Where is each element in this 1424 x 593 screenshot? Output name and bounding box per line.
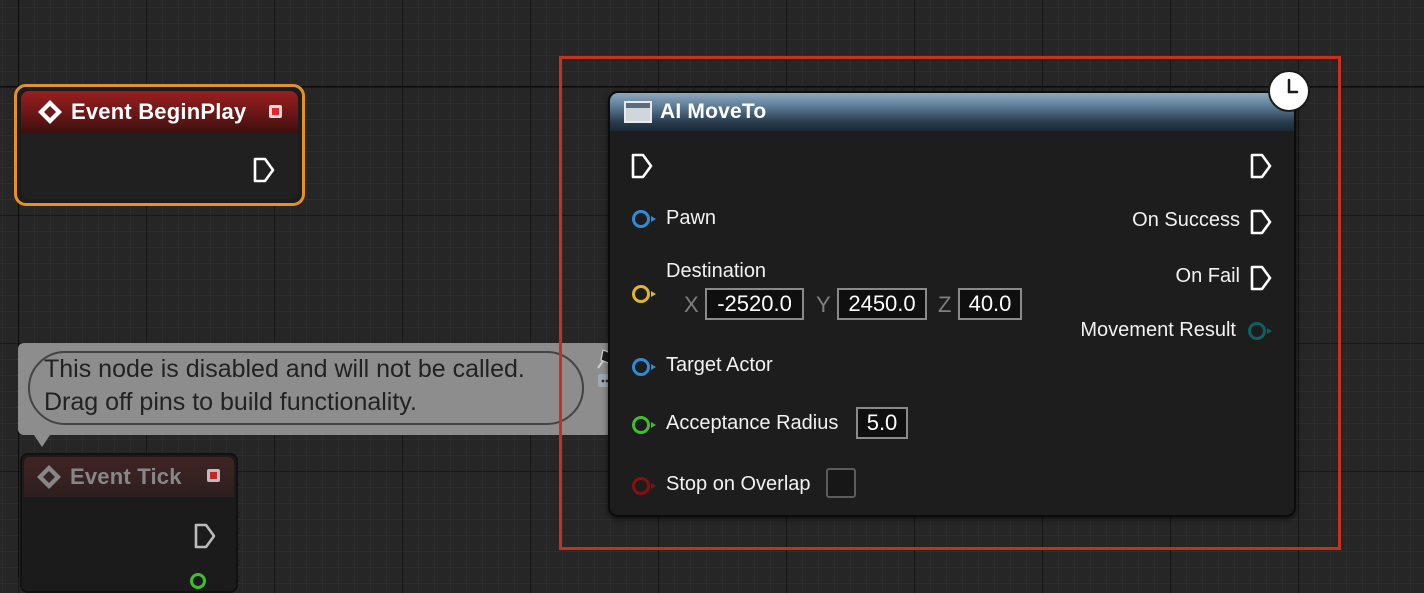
node-title: Event BeginPlay bbox=[71, 99, 247, 124]
node-header: Event BeginPlay bbox=[21, 91, 298, 133]
comment-text: This node is disabled and will not be ca… bbox=[44, 353, 525, 419]
on-success-exec-pin[interactable] bbox=[1250, 209, 1272, 235]
exec-output-pin[interactable] bbox=[253, 157, 275, 183]
latent-clock-icon bbox=[1268, 70, 1310, 112]
delegate-pin[interactable] bbox=[269, 105, 282, 118]
stop-on-overlap-pin[interactable] bbox=[632, 477, 656, 495]
acceptance-radius-pin[interactable] bbox=[632, 416, 656, 434]
event-icon bbox=[38, 100, 62, 124]
event-icon bbox=[37, 465, 61, 489]
stop-on-overlap-checkbox[interactable] bbox=[826, 468, 856, 498]
event-tick-node[interactable]: Event Tick bbox=[20, 453, 238, 593]
delegate-pin[interactable] bbox=[207, 469, 220, 482]
node-header: Event Tick bbox=[24, 457, 234, 497]
on-fail-exec-pin[interactable] bbox=[1250, 265, 1272, 291]
stop-on-overlap-label: Stop on Overlap bbox=[666, 473, 811, 495]
destination-x-input[interactable]: -2520.0 bbox=[705, 288, 804, 320]
target-actor-pin[interactable] bbox=[632, 358, 656, 376]
destination-label: Destination bbox=[666, 260, 767, 282]
comment-line-2: Drag off pins to build functionality. bbox=[44, 388, 417, 416]
acceptance-radius-input[interactable]: 5.0 bbox=[856, 407, 908, 439]
disabled-comment-bubble: This node is disabled and will not be ca… bbox=[18, 343, 622, 447]
acceptance-radius-label: Acceptance Radius bbox=[666, 412, 839, 434]
node-title: AI MoveTo bbox=[660, 100, 767, 123]
on-success-label: On Success bbox=[1132, 209, 1240, 231]
exec-input-pin[interactable] bbox=[631, 153, 653, 179]
destination-pin[interactable] bbox=[632, 285, 656, 303]
destination-y-input[interactable]: 2450.0 bbox=[837, 288, 927, 320]
node-title: Event Tick bbox=[70, 464, 182, 489]
destination-y-label: Y bbox=[816, 292, 831, 317]
node-header: AI MoveTo bbox=[610, 93, 1294, 131]
exec-output-pin[interactable] bbox=[194, 523, 216, 549]
float-output-pin-partial bbox=[190, 573, 206, 589]
comment-line-1: This node is disabled and will not be ca… bbox=[44, 355, 525, 383]
function-icon bbox=[624, 101, 652, 123]
pawn-label: Pawn bbox=[666, 207, 717, 229]
target-actor-label: Target Actor bbox=[666, 354, 773, 376]
on-fail-label: On Fail bbox=[1175, 265, 1240, 287]
destination-x-label: X bbox=[684, 292, 699, 317]
event-beginplay-node[interactable]: Event BeginPlay bbox=[14, 84, 305, 206]
movement-result-pin[interactable] bbox=[1248, 322, 1272, 340]
destination-z-label: Z bbox=[938, 292, 952, 317]
movement-result-label: Movement Result bbox=[1080, 319, 1236, 341]
destination-z-input[interactable]: 40.0 bbox=[958, 288, 1022, 320]
exec-output-pin[interactable] bbox=[1250, 153, 1272, 179]
pawn-pin[interactable] bbox=[632, 210, 656, 228]
ai-moveto-node[interactable]: AI MoveTo Pawn Destination X -2520.0 Y 2… bbox=[608, 91, 1296, 517]
bubble-tail bbox=[34, 435, 50, 447]
